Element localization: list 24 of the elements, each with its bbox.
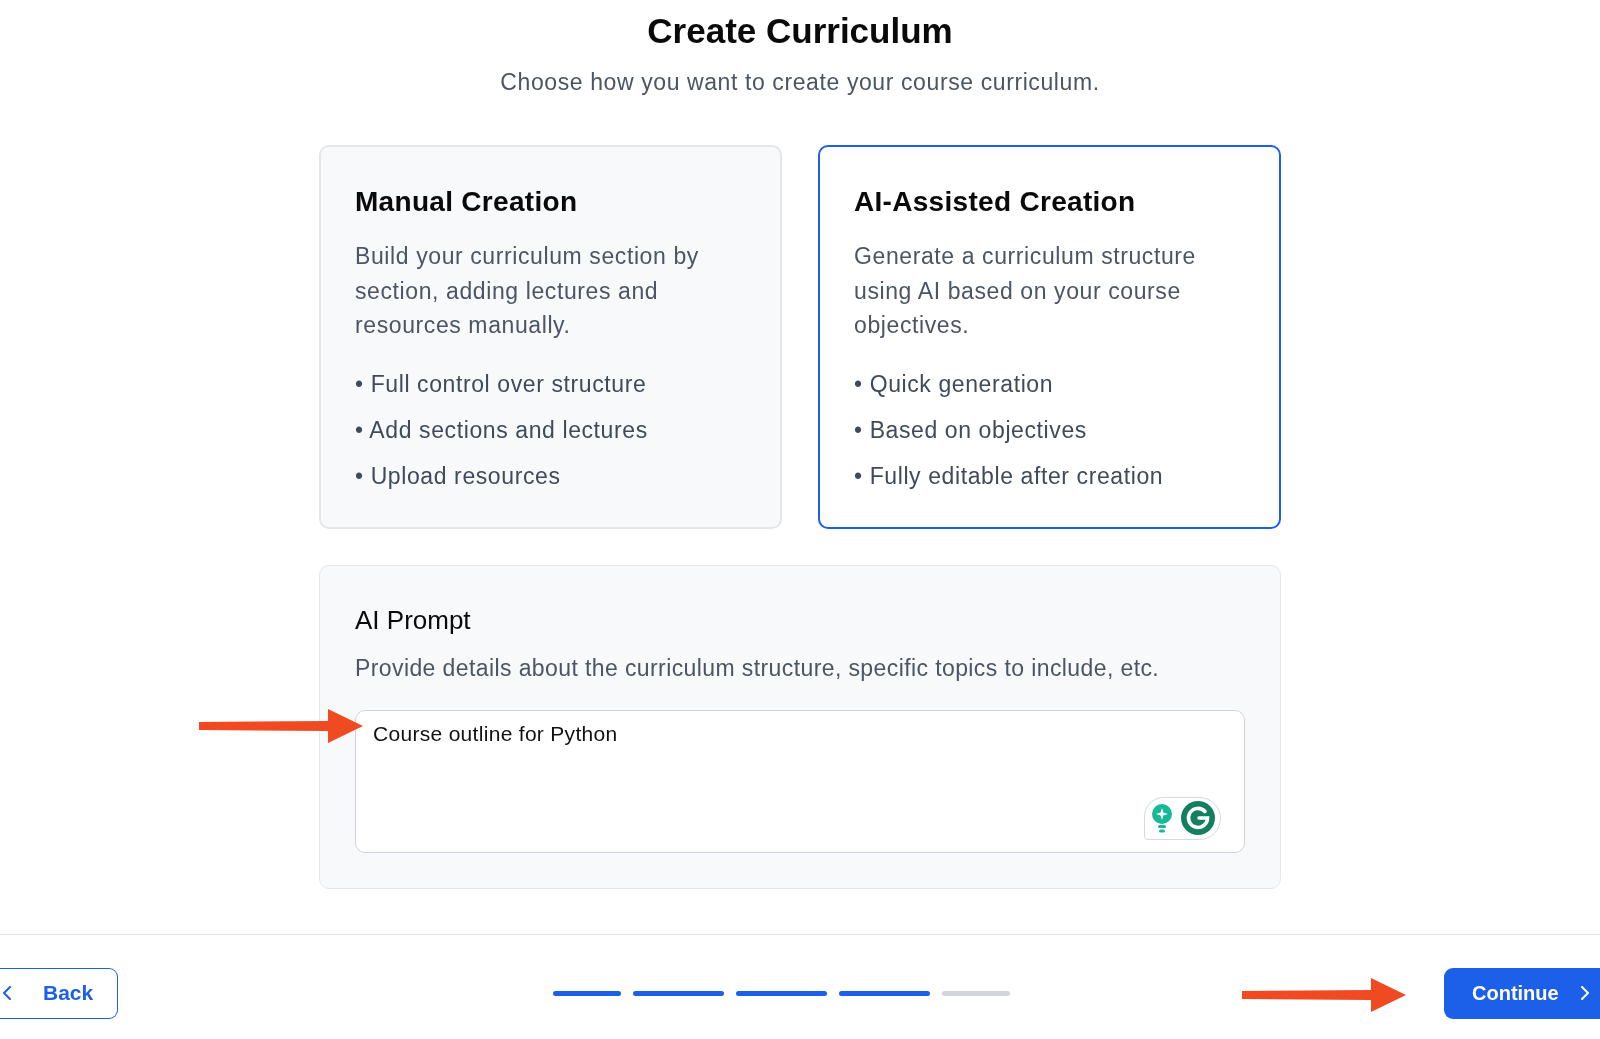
option-description: Generate a curriculum structure using AI based on your course objectives. [854, 242, 1197, 340]
feature-item: • Based on objectives [854, 415, 1088, 445]
prompt-input[interactable]: Course outline for Python [355, 709, 1245, 853]
lightbulb-icon [1150, 803, 1173, 833]
option-description: Build your curriculum section by section, adding lectures and resources manually. [355, 242, 700, 340]
option-card[interactable]: AI-Assisted Creation Generate a curriculum structure using AI based on your course objectives. • Quick generation • Based on objectives • Fully editable after creation [818, 145, 1281, 529]
chevron-left-icon [3, 986, 11, 1000]
page-subtitle: Choose how you want to create your course curriculum. [500, 68, 1100, 97]
continue-button[interactable]: Continue [1444, 967, 1600, 1019]
option-title: AI-Assisted Creation [854, 185, 1137, 219]
feature-item: • Fully editable after creation [854, 461, 1165, 491]
feature-item: • Quick generation [854, 369, 1055, 399]
chevron-right-icon [1580, 986, 1589, 1000]
g-logo-icon [1180, 801, 1215, 835]
prompt-description: Provide details about the curriculum structure, specific topics to include, etc. [355, 653, 1161, 683]
back-button[interactable]: Back [0, 967, 118, 1019]
page-title: Create Curriculum [647, 10, 953, 52]
option-card[interactable]: Manual Creation Build your curriculum section by section, adding lectures and resources manually. • Full control over structure • Add sections and lectures • Upload resources [319, 145, 782, 529]
option-title: Manual Creation [355, 185, 579, 219]
prompt-title: AI Prompt [355, 603, 472, 636]
feature-item: • Full control over structure [355, 369, 648, 399]
feature-item: • Add sections and lectures [355, 415, 649, 445]
feature-item: • Upload resources [355, 461, 562, 491]
assistant-widget[interactable] [1144, 796, 1221, 840]
